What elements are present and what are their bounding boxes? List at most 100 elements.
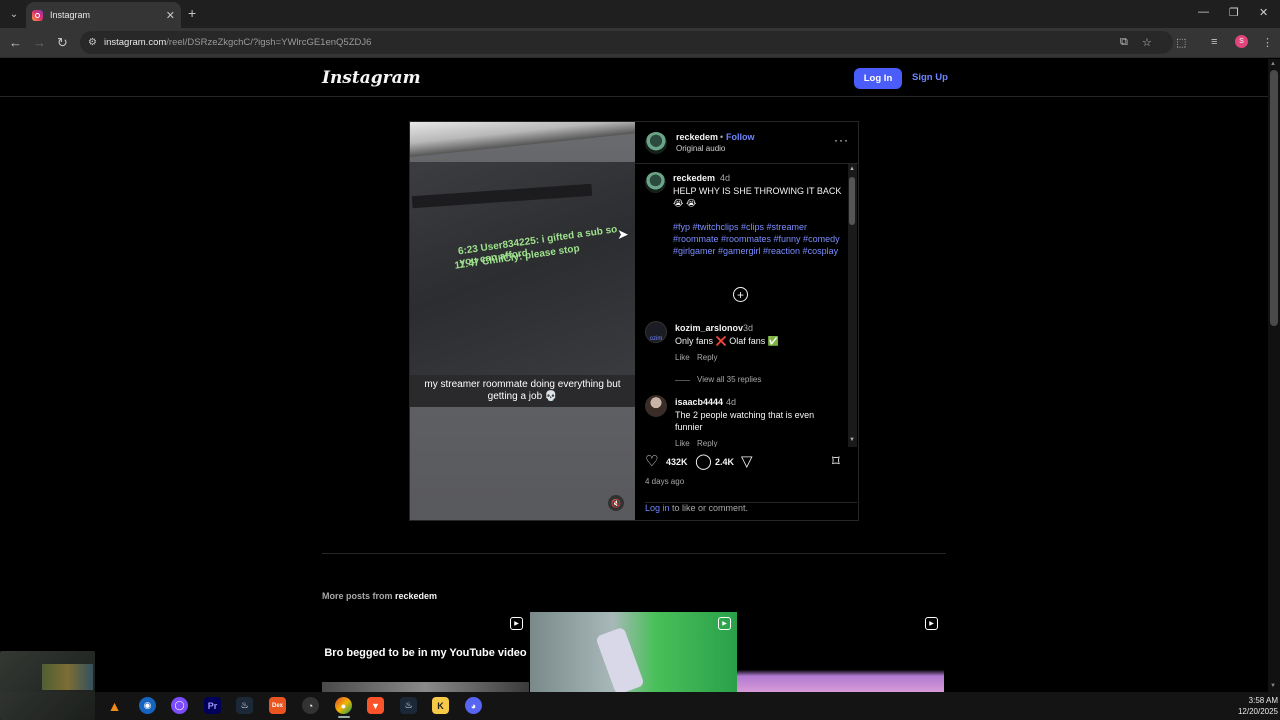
page-scroll-thumb[interactable] xyxy=(1270,70,1278,326)
browser-menu-icon[interactable]: ⋮ xyxy=(1262,36,1273,49)
media-control-icon[interactable]: ≡ xyxy=(1211,36,1217,48)
like-heart-icon[interactable]: ♡ xyxy=(645,452,658,470)
save-bookmark-icon[interactable]: ⌑ xyxy=(832,452,840,470)
caption-time: 4d xyxy=(720,173,731,183)
post-actions: ♡ 432K ◯ 2.4K ▽ ⌑ 4 days ago Log in to l… xyxy=(635,447,859,520)
tab-close-icon[interactable]: ✕ xyxy=(166,9,175,22)
mute-icon[interactable]: 🔇 xyxy=(608,495,624,511)
reload-icon[interactable]: ↻ xyxy=(57,35,68,51)
more-posts-user[interactable]: reckedem xyxy=(395,591,437,601)
chrome-icon[interactable]: ● xyxy=(335,697,352,714)
more-post-thumbnail[interactable]: Bro begged to be in my YouTube video ▶ xyxy=(322,612,529,692)
app-icon[interactable]: ◔ xyxy=(302,697,319,714)
app-icon[interactable]: ◉ xyxy=(139,697,156,714)
comment-like-button[interactable]: Like xyxy=(675,439,690,447)
thumbnail-caption: Bro begged to be in my YouTube video xyxy=(324,647,527,659)
browser-tab[interactable]: Instagram ✕ xyxy=(26,2,181,28)
brave-icon[interactable]: ▼ xyxy=(367,697,384,714)
install-app-icon[interactable]: ⧉ xyxy=(1120,36,1128,49)
page-scroll-down-icon[interactable]: ▼ xyxy=(1270,683,1276,689)
comment-icon[interactable]: ◯ xyxy=(695,452,712,470)
section-divider xyxy=(322,553,946,554)
login-link[interactable]: Log in xyxy=(645,503,670,513)
comment-time: 4d xyxy=(726,397,737,407)
caption-username[interactable]: reckedem xyxy=(673,173,715,183)
reel-video[interactable]: 6:23 User834225: i gifted a sub so you c… xyxy=(410,122,635,520)
system-clock[interactable]: 3:58 AM 12/20/2025 xyxy=(1232,695,1278,717)
like-count: 432K xyxy=(666,457,688,467)
tab-search-icon[interactable]: ⌄ xyxy=(6,6,22,22)
app-icon[interactable]: K xyxy=(432,697,449,714)
reel-icon: ▶ xyxy=(925,617,938,630)
more-post-thumbnail[interactable]: ▶ xyxy=(737,612,944,692)
audio-label[interactable]: Original audio xyxy=(676,144,725,153)
app-icon[interactable]: Dex xyxy=(269,697,286,714)
app-icon[interactable]: ◯ xyxy=(171,697,188,714)
login-prompt-text: to like or comment. xyxy=(669,503,749,513)
comment-like-button[interactable]: Like xyxy=(675,353,690,362)
comment-username[interactable]: kozim_arslonov xyxy=(675,323,743,333)
post-header: reckedem • Follow Original audio ··· xyxy=(635,122,859,164)
extensions-icon[interactable]: ⬚ xyxy=(1176,36,1186,49)
bookmark-star-icon[interactable]: ☆ xyxy=(1142,36,1152,49)
video-caption: my streamer roommate doing everything bu… xyxy=(410,375,635,407)
close-window-icon[interactable]: ✕ xyxy=(1259,6,1268,19)
share-icon[interactable]: ▽ xyxy=(741,452,753,470)
scroll-up-icon[interactable]: ▲ xyxy=(849,166,855,172)
active-app-indicator xyxy=(338,716,350,718)
video-frame-screen xyxy=(410,162,635,377)
steam-icon[interactable]: ♨ xyxy=(400,697,417,714)
back-icon[interactable]: ← xyxy=(9,35,22,50)
more-post-thumbnail[interactable]: ▶ xyxy=(530,612,737,692)
premiere-icon[interactable]: Pr xyxy=(204,697,221,714)
discord-icon[interactable]: ◕ xyxy=(465,697,482,714)
site-info-icon[interactable]: ⚙ xyxy=(88,37,97,48)
minimize-icon[interactable]: — xyxy=(1198,6,1209,18)
forward-icon[interactable]: → xyxy=(33,35,46,50)
comment-reply-button[interactable]: Reply xyxy=(697,353,717,362)
caption-avatar[interactable] xyxy=(645,172,666,193)
author-username[interactable]: reckedem xyxy=(676,132,718,142)
load-more-comments-icon[interactable]: + xyxy=(733,287,748,302)
post-card: 6:23 User834225: i gifted a sub so you c… xyxy=(409,121,859,521)
page-scroll-up-icon[interactable]: ▲ xyxy=(1270,61,1276,67)
window-preview-thumbnail[interactable] xyxy=(0,651,95,720)
video-frame-top xyxy=(410,122,635,157)
comments-list: reckedem 4d HELP WHY IS SHE THROWING IT … xyxy=(635,164,859,447)
post-sidebar: reckedem • Follow Original audio ··· rec… xyxy=(635,122,859,520)
comment-username[interactable]: isaacb4444 xyxy=(675,397,723,407)
instagram-favicon-icon xyxy=(32,9,43,21)
reel-icon: ▶ xyxy=(718,617,731,630)
view-replies-button[interactable]: View all 35 replies xyxy=(697,375,761,384)
login-button[interactable]: Log In xyxy=(854,68,902,89)
tab-title: Instagram xyxy=(50,10,91,20)
windows-taskbar xyxy=(0,692,1280,720)
comment-avatar[interactable] xyxy=(645,395,667,417)
steam-icon[interactable]: ♨ xyxy=(236,697,253,714)
comment-reply-button[interactable]: Reply xyxy=(697,439,717,447)
page-content: Instagram Log In Sign Up 6:23 User834225… xyxy=(0,59,1268,692)
comments-scroll-thumb[interactable] xyxy=(849,177,855,225)
restore-icon[interactable]: ❐ xyxy=(1229,6,1239,19)
url-host: instagram.com xyxy=(103,37,167,48)
more-options-icon[interactable]: ··· xyxy=(834,133,849,147)
signup-button[interactable]: Sign Up xyxy=(912,72,948,83)
video-frame-bottom xyxy=(410,407,635,520)
reel-icon: ▶ xyxy=(510,617,523,630)
address-bar[interactable]: ⚙ instagram.com/reel/DSRzeZkgchC/?igsh=Y… xyxy=(80,31,1173,54)
clock-time: 3:58 AM xyxy=(1248,696,1278,705)
follow-button[interactable]: Follow xyxy=(726,132,755,142)
profile-avatar[interactable]: S xyxy=(1235,35,1248,48)
vlc-icon[interactable]: ▲ xyxy=(106,697,123,714)
scroll-down-icon[interactable]: ▼ xyxy=(849,437,855,443)
author-avatar[interactable] xyxy=(645,132,667,154)
new-tab-icon[interactable]: + xyxy=(188,5,196,21)
replies-divider xyxy=(675,380,690,381)
instagram-logo[interactable]: Instagram xyxy=(322,68,421,88)
caption-hashtags[interactable]: #fyp #twitchclips #clips #streamer #room… xyxy=(673,221,845,257)
comment-avatar[interactable]: ozim xyxy=(645,321,667,343)
clock-date: 12/20/2025 xyxy=(1237,707,1278,716)
url-path: /reel/DSRzeZkgchC/?igsh=YWlrcGE1enQ5ZDJ6 xyxy=(166,37,372,48)
mouse-cursor-icon: ➤ xyxy=(617,226,629,242)
caption-text: HELP WHY IS SHE THROWING IT BACK 😭 😭 xyxy=(673,186,842,208)
